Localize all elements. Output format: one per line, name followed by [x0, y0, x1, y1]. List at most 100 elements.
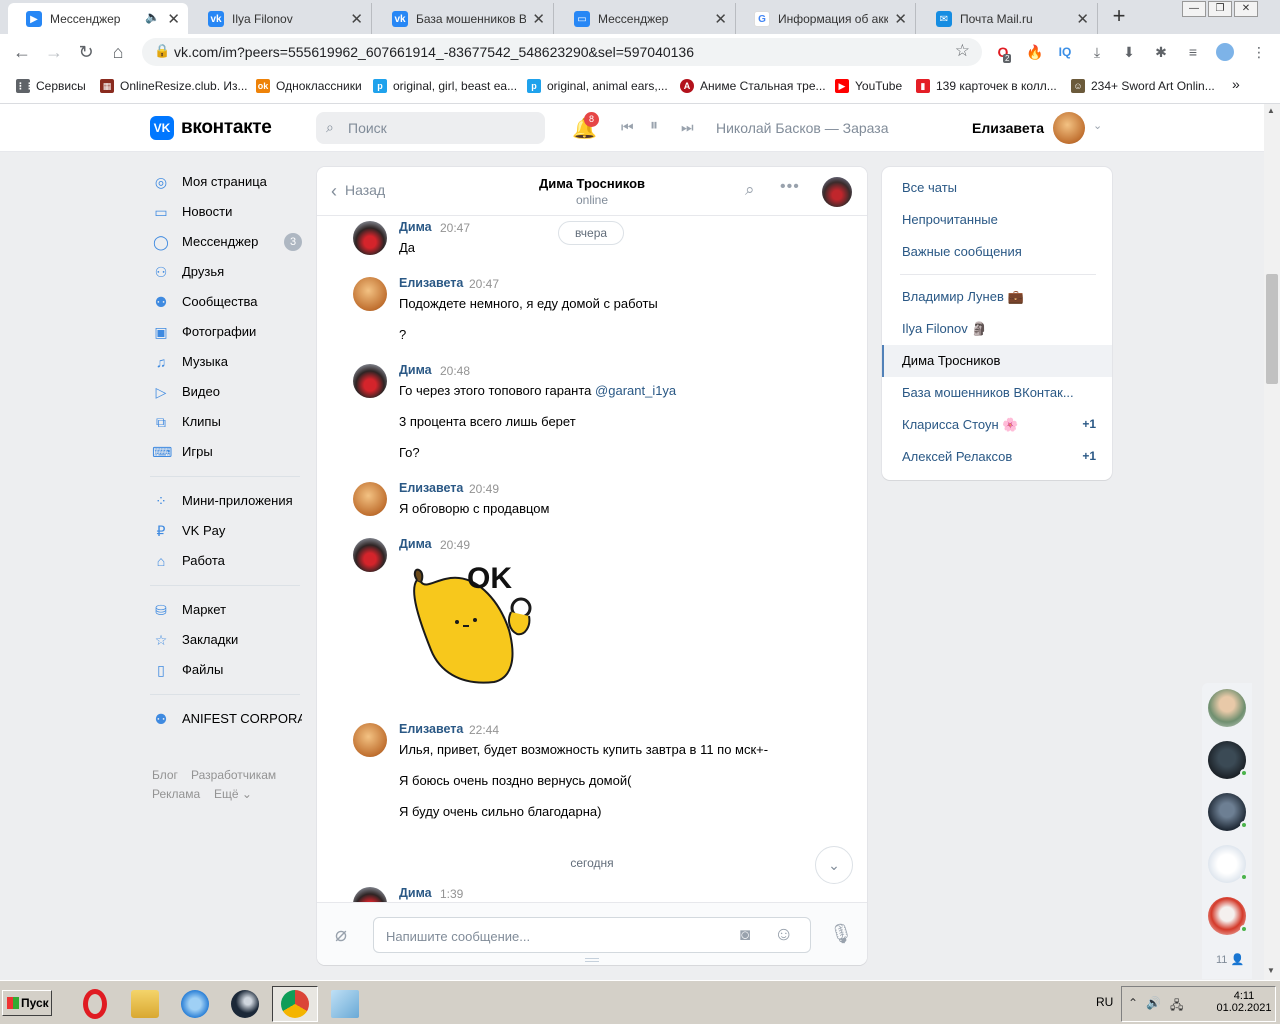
bookmark-star-icon[interactable]: ☆	[955, 41, 970, 61]
bookmark-cards[interactable]: ▮ 139 карточек в колл...	[916, 79, 1057, 93]
close-window-button[interactable]: ✕	[1234, 1, 1258, 17]
new-tab-button[interactable]: +	[1106, 5, 1132, 29]
camera-icon[interactable]: ◙	[740, 925, 750, 945]
menu-item-vkpay[interactable]: ₽ VK Pay	[150, 517, 305, 545]
search-icon[interactable]: ⌕	[745, 180, 755, 200]
avatar[interactable]	[353, 538, 387, 572]
menu-item-messenger[interactable]: ◯ Мессенджер 3	[150, 228, 305, 256]
message-author[interactable]: Елизавета	[399, 276, 463, 290]
flame-extension-icon[interactable]: 🔥	[1026, 43, 1044, 61]
menu-item-news[interactable]: ▭ Новости	[150, 198, 305, 226]
extensions-puzzle-icon[interactable]: ✱	[1152, 43, 1170, 61]
close-tab-icon[interactable]: ✕	[532, 10, 545, 28]
bookmark-onlineresize[interactable]: ▦ OnlineResize.club. Из...	[100, 79, 248, 93]
bookmark-anime[interactable]: A Аниме Стальная тре...	[680, 79, 826, 93]
filter-unread[interactable]: Непрочитанные	[882, 204, 1112, 236]
avatar[interactable]	[353, 221, 387, 255]
friends-online-count[interactable]: 11 👤	[1216, 953, 1244, 966]
taskbar-opera[interactable]	[72, 986, 118, 1022]
profile-avatar[interactable]	[1216, 43, 1234, 61]
friend-avatar[interactable]	[1208, 845, 1248, 883]
download-circle-icon[interactable]: ⬇	[1120, 43, 1138, 61]
language-indicator[interactable]: RU	[1096, 995, 1113, 1009]
previous-track-icon[interactable]: ⏮	[621, 119, 634, 136]
vk-logo[interactable]: VK вконтакте	[150, 116, 272, 140]
avatar[interactable]	[353, 277, 387, 311]
media-queue-icon[interactable]: ≡	[1184, 43, 1202, 61]
back-arrow-icon[interactable]: ←	[10, 40, 34, 64]
compose-box[interactable]: ◙ ☺	[373, 917, 811, 953]
friend-avatar[interactable]	[1208, 741, 1248, 779]
taskbar-ie[interactable]	[172, 986, 218, 1022]
volume-icon[interactable]: 🔊	[1146, 996, 1161, 1010]
scroll-to-bottom-button[interactable]: ⌄	[815, 846, 853, 884]
date-pill[interactable]: вчера	[558, 221, 624, 245]
message-author[interactable]: Дима	[399, 363, 432, 377]
speaker-icon[interactable]: 🔈	[145, 10, 160, 24]
message-time[interactable]: 20:49	[440, 538, 470, 552]
message-time[interactable]: 20:49	[469, 482, 499, 496]
page-scrollbar[interactable]: ▲ ▼	[1264, 104, 1280, 980]
browser-tab-mailru[interactable]: ✉ Почта Mail.ru ✕	[918, 3, 1098, 34]
menu-item-bookmarks[interactable]: ☆ Закладки	[150, 626, 305, 654]
chat-item[interactable]: Алексей Релаксов +1	[882, 441, 1112, 473]
message-input[interactable]	[386, 926, 716, 946]
clock[interactable]: 4:11 01.02.2021	[1214, 990, 1274, 1014]
browser-tab-ilya[interactable]: vk Ilya Filonov ✕	[190, 3, 372, 34]
vk-search[interactable]: ⌕	[316, 112, 545, 144]
chat-item[interactable]: Ilya Filonov 🗿	[882, 313, 1112, 345]
footer-more-link[interactable]: Ещё ⌄	[214, 787, 252, 801]
reload-icon[interactable]: ↻	[74, 40, 98, 64]
bookmark-youtube[interactable]: ▶ YouTube	[835, 79, 902, 93]
menu-item-friends[interactable]: ⚇ Друзья	[150, 258, 305, 286]
avatar[interactable]	[353, 482, 387, 516]
url-text[interactable]: vk.com/im?peers=555619962_607661914_-836…	[174, 44, 694, 60]
scrollbar-thumb[interactable]	[1266, 274, 1278, 384]
friend-avatar[interactable]	[1208, 897, 1248, 935]
friend-avatar[interactable]	[1208, 689, 1246, 727]
chat-item[interactable]: Владимир Лунев 💼	[882, 281, 1112, 313]
message-author[interactable]: Дима	[399, 220, 432, 234]
footer-developers-link[interactable]: Разработчикам	[191, 768, 276, 782]
chevron-up-icon[interactable]: ⌃	[1128, 996, 1138, 1010]
filter-all-chats[interactable]: Все чаты	[882, 172, 1112, 204]
taskbar-steam[interactable]	[222, 986, 268, 1022]
message-time[interactable]: 22:44	[469, 723, 499, 737]
resize-grip-icon[interactable]	[585, 958, 599, 962]
menu-item-communities[interactable]: ⚉ Сообщества	[150, 288, 305, 316]
avatar[interactable]	[353, 723, 387, 757]
bookmarks-overflow-icon[interactable]: »	[1232, 76, 1240, 92]
menu-item-files[interactable]: ▯ Файлы	[150, 656, 305, 684]
user-avatar[interactable]	[1053, 112, 1085, 144]
menu-item-jobs[interactable]: ⌂ Работа	[150, 547, 305, 575]
avatar[interactable]	[353, 887, 387, 902]
microphone-icon[interactable]: 🎙	[829, 922, 853, 946]
scroll-down-icon[interactable]: ▼	[1267, 966, 1275, 975]
menu-item-music[interactable]: ♫ Музыка	[150, 348, 305, 376]
menu-item-clips[interactable]: ⧉ Клипы	[150, 408, 305, 436]
chat-item[interactable]: Кларисса Стоун 🌸 +1	[882, 409, 1112, 441]
menu-item-photos[interactable]: ▣ Фотографии	[150, 318, 305, 346]
pause-icon[interactable]: ⏸	[650, 117, 658, 135]
message-time[interactable]: 1:39	[440, 887, 463, 901]
minimize-button[interactable]: —	[1182, 1, 1206, 17]
bookmark-services[interactable]: ⋮⋮ Сервисы	[16, 79, 86, 93]
menu-item-games[interactable]: ⌨ Игры	[150, 438, 305, 466]
menu-item-my-page[interactable]: ◎ Моя страница	[150, 168, 305, 196]
taskbar-explorer[interactable]	[122, 986, 168, 1022]
user-name[interactable]: Елизавета	[972, 120, 1044, 136]
network-icon[interactable]: 🖧	[1170, 996, 1183, 1017]
start-button[interactable]: Пуск	[2, 990, 52, 1016]
message-time[interactable]: 20:47	[469, 277, 499, 291]
friend-avatar[interactable]	[1208, 793, 1248, 831]
message-time[interactable]: 20:47	[440, 221, 470, 235]
browser-tab-google-account[interactable]: G Информация об аккаун ✕	[736, 3, 916, 34]
menu-item-mini-apps[interactable]: ⁘ Мини-приложения	[150, 487, 305, 515]
menu-item-anifest[interactable]: ⚉ ANIFEST CORPORA...	[150, 705, 305, 733]
menu-item-video[interactable]: ▷ Видео	[150, 378, 305, 406]
paperclip-icon[interactable]: ⌀	[335, 922, 347, 947]
restore-button[interactable]: ❐	[1208, 1, 1232, 17]
footer-blog-link[interactable]: Блог	[152, 768, 178, 782]
message-author[interactable]: Елизавета	[399, 722, 463, 736]
iq-extension-icon[interactable]: IQ	[1056, 43, 1074, 61]
